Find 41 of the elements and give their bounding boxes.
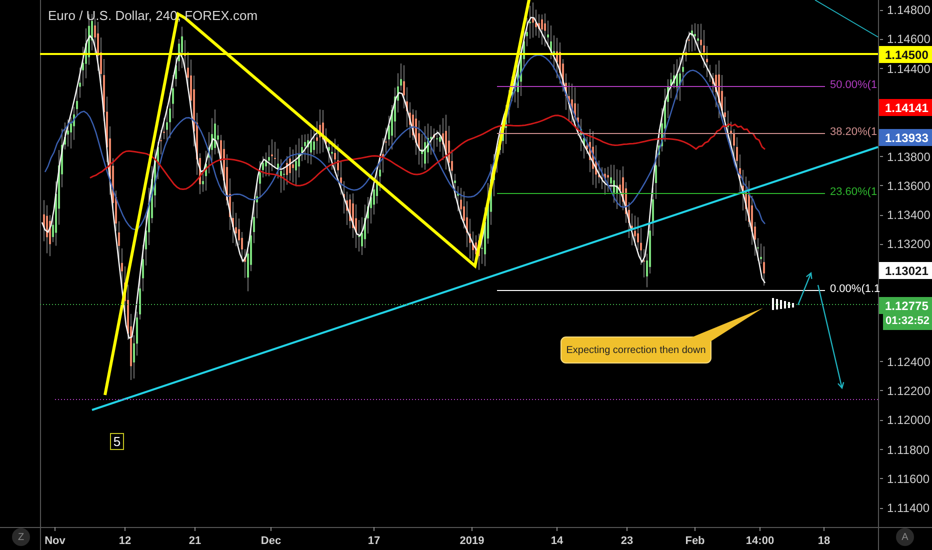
countdown-tag: 01:32:52 (883, 313, 932, 330)
price-tick-label: 1.13800 (887, 150, 930, 162)
price-tag: 1.14141 (879, 99, 932, 116)
price-tick-label: 1.12000 (887, 414, 930, 426)
price-tick-label: 1.13600 (887, 180, 930, 192)
time-axis-label: Nov (44, 534, 66, 549)
price-tag: 1.13933 (879, 129, 932, 146)
price-tag: 1.12775 (879, 297, 932, 314)
fibonacci-label: 38.20%(1 (830, 127, 878, 138)
time-axis-label: 17 (368, 534, 380, 549)
price-tick-label: 1.14400 (887, 62, 930, 75)
price-tick-label: 1.14800 (887, 4, 930, 16)
fibonacci-label: 23.60%(1 (830, 187, 878, 198)
price-tick-label: 1.12200 (887, 384, 930, 397)
price-tag: 1.14500 (879, 46, 932, 63)
trend-line (814, 0, 878, 38)
time-axis-label: 12 (118, 534, 132, 549)
time-axis-label: 2019 (460, 534, 484, 549)
price-tick-label: 1.11600 (887, 472, 930, 485)
scale-toggle-button[interactable]: Z (12, 528, 30, 546)
time-axis-label: 14 (550, 534, 564, 549)
price-tick-label: 1.11800 (887, 444, 930, 456)
price-tick-label: 1.14600 (887, 33, 930, 46)
price-tick-label: 1.13200 (887, 238, 930, 250)
price-tick-label: 1.12400 (887, 356, 930, 368)
time-axis-label: 23 (620, 534, 634, 549)
price-tick-label: 1.11400 (887, 502, 930, 514)
time-axis-label: 21 (188, 534, 202, 549)
arrow (797, 272, 812, 306)
time-axis-label: Feb (685, 534, 705, 549)
fibonacci-label: 50.00%(1 (830, 80, 878, 91)
projection-bars-drawing (772, 298, 794, 310)
fibonacci-label: 0.00%(1.1 (830, 284, 880, 295)
time-axis-label: 18 (818, 534, 830, 549)
price-tag: 1.13021 (879, 262, 932, 279)
scale-toggle-button[interactable]: A (896, 528, 914, 546)
price-tick-label: 1.13400 (887, 209, 930, 222)
time-axis-label: 14:00 (746, 534, 774, 549)
wave-label: 5 (110, 433, 124, 450)
callout-text: Expecting correction then down (565, 344, 707, 358)
time-axis-label: Dec (260, 534, 282, 549)
